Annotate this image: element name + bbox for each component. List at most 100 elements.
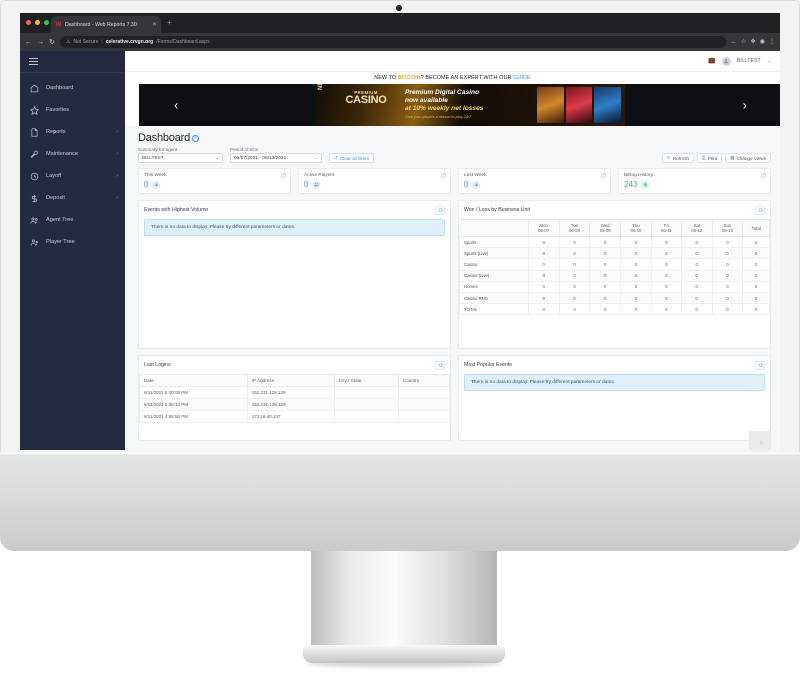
- change-views-button-label: Change Views: [736, 155, 766, 161]
- table-cell: 0: [589, 291, 622, 305]
- back-icon[interactable]: ←: [25, 39, 32, 46]
- table-cell-total: 0: [742, 258, 770, 271]
- browser-tabstrip: W Dashboard - Web Reports 7.30 ✕ +: [20, 13, 780, 33]
- minimize-window-button[interactable]: [35, 20, 40, 25]
- forward-icon[interactable]: →: [37, 39, 44, 46]
- login-date: 6/11/2021 5:40:08 PM: [139, 386, 248, 399]
- last-logins-panel: Last Logins Date IP Address City / State Co…: [138, 355, 451, 441]
- sidebar-item-layoff[interactable]: Layoff ›: [20, 165, 125, 187]
- action-buttons: ↻ Refresh ⎙ Print ▦ Change Views: [662, 153, 771, 163]
- reload-icon[interactable]: ↻: [49, 39, 55, 46]
- stat-card-last-week[interactable]: Last Week 0: [458, 168, 611, 194]
- casino-banner[interactable]: NEW PREMIUM CASINO Premium Digital Casin…: [315, 84, 625, 126]
- chevron-down-icon[interactable]: ⌄: [767, 58, 771, 64]
- expand-icon[interactable]: [281, 173, 286, 178]
- webcam-dot: [396, 5, 402, 11]
- login-date: 6/11/2021 5:36:13 PM: [139, 398, 248, 411]
- refresh-icon[interactable]: [755, 205, 765, 215]
- dashboard-content: Dashboard ? Summary for agent BILLTEST ⌄: [125, 126, 780, 450]
- row-label: Casino: [459, 258, 529, 271]
- close-window-button[interactable]: [26, 20, 31, 25]
- table-row: Sports 0 0 0 0 0 0 0 0: [459, 235, 770, 249]
- bookmark-star-icon[interactable]: ☆: [741, 39, 746, 45]
- change-views-button[interactable]: ▦ Change Views: [725, 153, 771, 163]
- sidebar-item-reports[interactable]: Reports ›: [20, 121, 125, 143]
- expand-icon[interactable]: [601, 173, 606, 178]
- extensions-icon[interactable]: ❖: [750, 39, 755, 45]
- login-city: [333, 398, 399, 411]
- refresh-button-label: Refresh: [672, 155, 689, 161]
- stat-card-active-players[interactable]: Active Players 0: [298, 168, 451, 194]
- briefcase-icon[interactable]: 💼: [708, 58, 715, 64]
- sidebar-item-agent-tree[interactable]: Agent Tree: [20, 209, 125, 231]
- panel-header: Most Popular Events: [459, 356, 770, 374]
- banner-game-thumbs: [537, 87, 622, 123]
- refresh-button[interactable]: ↻ Refresh: [662, 153, 694, 163]
- avatar[interactable]: [721, 56, 731, 66]
- address-bar[interactable]: ⚠ Not Secure | celerative.crvgn.org /For…: [59, 36, 726, 48]
- table-cell: 0: [711, 269, 744, 282]
- imac-monitor: W Dashboard - Web Reports 7.30 ✕ + ← → ↻…: [0, 0, 800, 675]
- table-row: Sports (Live) 0 0 0 0 0 0 0 0: [459, 247, 770, 260]
- table-cell-total: 0: [742, 235, 770, 249]
- stat-label: Last Week: [464, 173, 487, 178]
- table-cell: 0: [650, 247, 682, 260]
- refresh-icon[interactable]: [755, 360, 765, 370]
- monitor-chin: [0, 455, 800, 551]
- browser-menu-icon[interactable]: ⋮: [769, 39, 775, 45]
- refresh-icon[interactable]: [435, 205, 445, 215]
- promo-guide-link[interactable]: GUIDE: [513, 75, 531, 81]
- panel-header: Won / Loss by Business Unit: [459, 201, 770, 219]
- sidebar-item-deposit[interactable]: Deposit ›: [20, 187, 125, 209]
- sidebar-item-player-tree[interactable]: Player Tree: [20, 231, 125, 253]
- table-cell: 0: [711, 303, 744, 316]
- carousel-prev-icon[interactable]: ‹: [174, 99, 178, 112]
- users-icon: [312, 180, 321, 189]
- resize-grip[interactable]: [749, 431, 771, 450]
- app-viewport: Dashboard Favorites Reports › Maintenanc…: [20, 51, 780, 450]
- table-cell: 0: [589, 258, 622, 271]
- expand-icon[interactable]: [761, 173, 766, 178]
- login-ip: 172.19.40.137: [246, 410, 335, 423]
- sidebar-label: Maintenance: [46, 151, 79, 157]
- print-button[interactable]: ⎙ Print: [696, 153, 723, 163]
- table-cell: 0: [527, 291, 560, 305]
- stat-card-billing-history[interactable]: Billing History 243: [618, 168, 771, 194]
- row-label: Sports (Live): [459, 247, 529, 260]
- table-cell: 0: [527, 280, 560, 293]
- period-select[interactable]: 06/07/2021 - 06/13/2021 ⌄: [230, 153, 322, 163]
- chevron-right-icon: ›: [116, 128, 118, 135]
- table-cell-total: 0: [742, 303, 770, 316]
- agent-filter: Summary for agent BILLTEST ⌄: [138, 147, 223, 163]
- table-cell: 0: [711, 258, 744, 271]
- refresh-icon[interactable]: [435, 360, 445, 370]
- sidebar-item-favorites[interactable]: Favorites: [20, 99, 125, 121]
- banner-copy: Premium Digital Casino now available at …: [405, 89, 530, 119]
- table-cell: 0: [589, 303, 622, 316]
- profile-icon[interactable]: ◉: [760, 39, 765, 45]
- carousel-next-icon[interactable]: ›: [743, 99, 747, 112]
- expand-icon[interactable]: [441, 173, 446, 178]
- maximize-window-button[interactable]: [44, 20, 49, 25]
- column-header-total: Total: [742, 219, 770, 237]
- help-icon[interactable]: ?: [192, 134, 200, 142]
- not-secure-label: Not Secure: [73, 39, 99, 45]
- close-tab-icon[interactable]: ✕: [152, 22, 157, 28]
- document-icon: [29, 127, 39, 137]
- clear-all-filters-button[interactable]: ↺ Clear all filters: [329, 153, 374, 163]
- table-cell-total: 0: [742, 280, 770, 293]
- window-controls[interactable]: [26, 20, 49, 25]
- panel-body: There is no data to display. Please try …: [139, 219, 450, 242]
- hamburger-icon[interactable]: [20, 51, 125, 72]
- promo-carousel: ‹ › NEW PREMIUM CASINO Premium Digital C…: [139, 84, 780, 126]
- column-header: Wed 06-09: [589, 219, 622, 237]
- table-row: 6/11/2021 5:36:13 PM 152.231.128.129: [139, 398, 451, 411]
- column-header: IP Address: [246, 374, 335, 387]
- browser-tab[interactable]: W Dashboard - Web Reports 7.30 ✕: [51, 16, 161, 33]
- sidebar-item-maintenance[interactable]: Maintenance ›: [20, 143, 125, 165]
- stat-card-this-week[interactable]: This Week 0: [138, 168, 291, 194]
- sidebar-item-dashboard[interactable]: Dashboard: [20, 77, 125, 99]
- agent-select[interactable]: BILLTEST ⌄: [138, 153, 223, 163]
- new-tab-button[interactable]: +: [167, 19, 172, 27]
- share-icon[interactable]: ←: [731, 39, 737, 45]
